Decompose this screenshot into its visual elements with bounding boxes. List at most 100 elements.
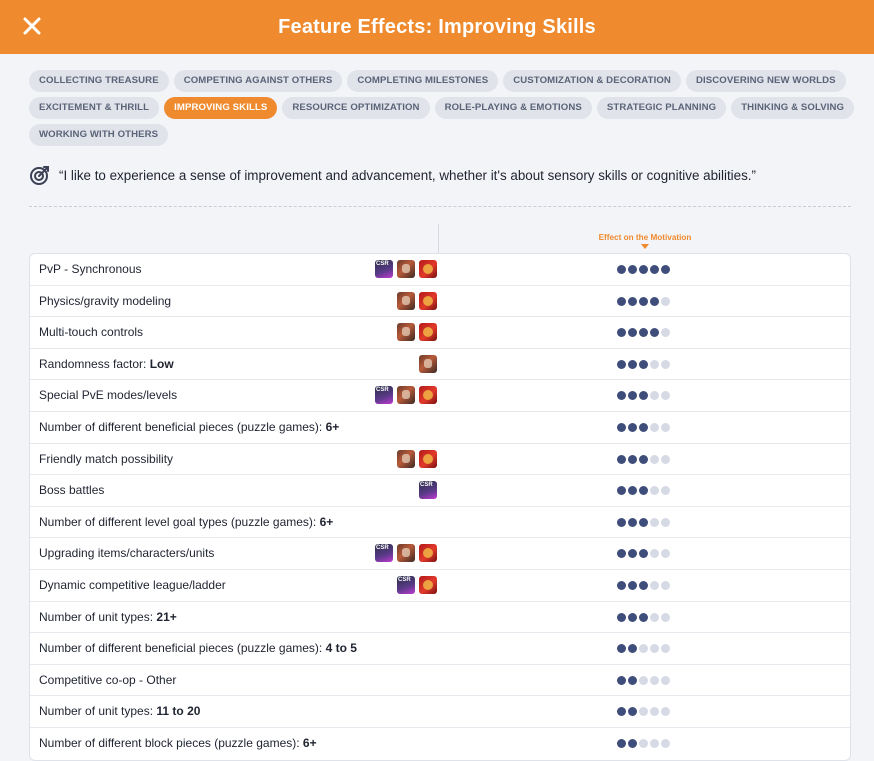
feature-label: Boss battles [39, 475, 104, 506]
feature-value: 11 to 20 [156, 704, 201, 719]
rating-dot-empty [650, 675, 659, 685]
tag-thinking-solving[interactable]: THINKING & SOLVING [731, 97, 855, 119]
tag-strategic-planning[interactable]: STRATEGIC PLANNING [596, 97, 727, 119]
csr-racing-game-icon[interactable] [375, 260, 393, 278]
rating-dot-filled [639, 517, 648, 527]
rating-dot-filled [628, 422, 637, 432]
csr-racing-game-icon[interactable] [397, 575, 415, 594]
rating-dot-filled [617, 675, 626, 685]
red-game-icon[interactable] [419, 260, 437, 278]
rating-dots [617, 580, 670, 590]
rating-dot-empty [661, 580, 670, 590]
rating-dot-empty [650, 707, 659, 717]
quote: “I like to experience a sense of improve… [29, 164, 859, 186]
rating-dot-filled [617, 612, 626, 622]
red-game-icon[interactable] [419, 544, 437, 563]
rating-dot-empty [650, 486, 659, 496]
feature-label: Dynamic competitive league/ladder [39, 570, 226, 601]
rating-dot-filled [617, 707, 626, 717]
rating-dot-filled [639, 612, 648, 622]
csr-racing-game-icon[interactable] [419, 481, 437, 500]
feature-label: Multi-touch controls [39, 317, 143, 348]
feature-label: PvP - Synchronous [39, 254, 142, 285]
tag-competing-against-others[interactable]: COMPETING AGAINST OTHERS [173, 70, 343, 92]
feature-name: Dynamic competitive league/ladder [39, 577, 226, 592]
rating-dots [617, 675, 670, 685]
feature-value: 6+ [325, 419, 340, 434]
rating-dot-filled [628, 517, 637, 527]
feature-value: 4 to 5 [325, 641, 357, 656]
rating-dots [617, 359, 670, 369]
tag-role-playing-emotions[interactable]: ROLE-PLAYING & EMOTIONS [434, 97, 592, 119]
tag-improving-skills[interactable]: IMPROVING SKILLS [164, 97, 278, 119]
feature-name: Number of different level goal types (pu… [39, 514, 320, 529]
table-row: Physics/gravity modeling [30, 286, 850, 318]
rating-dot-filled [628, 738, 637, 748]
table-row: Number of different beneficial pieces (p… [30, 633, 850, 665]
rating-dot-filled [650, 265, 659, 274]
rating-dot-filled [650, 328, 659, 338]
red-game-icon[interactable] [419, 575, 437, 594]
war-game-icon[interactable] [397, 260, 415, 278]
rating-dot-filled [628, 486, 637, 496]
csr-racing-game-icon[interactable] [375, 386, 393, 405]
rating-dot-empty [661, 296, 670, 306]
feature-name: PvP - Synchronous [39, 262, 142, 276]
red-game-icon[interactable] [419, 291, 437, 310]
feature-name: Number of different block pieces (puzzle… [39, 735, 303, 750]
rating-dot-filled [628, 549, 637, 559]
rating-dots [617, 454, 670, 464]
war-game-icon[interactable] [419, 354, 437, 373]
csr-racing-game-icon[interactable] [375, 544, 393, 563]
red-game-icon[interactable] [419, 449, 437, 468]
feature-name: Randomness factor: [39, 356, 150, 371]
rating-dot-filled [639, 580, 648, 590]
divider [29, 206, 851, 207]
rating-dot-empty [650, 738, 659, 748]
tag-discovering-new-worlds[interactable]: DISCOVERING NEW WORLDS [685, 70, 846, 92]
feature-label: Special PvE modes/levels [39, 380, 177, 411]
rating-dots [617, 644, 670, 654]
red-game-icon[interactable] [419, 386, 437, 405]
war-game-icon[interactable] [397, 449, 415, 468]
table-row: Randomness factor: Low [30, 349, 850, 381]
rating-dot-filled [617, 265, 626, 274]
rating-dot-filled [617, 738, 626, 748]
rating-dot-filled [639, 486, 648, 496]
table-row: PvP - Synchronous [30, 254, 850, 286]
tag-customization-decoration[interactable]: CUSTOMIZATION & DECORATION [503, 70, 681, 92]
rating-dot-empty [661, 422, 670, 432]
rating-dot-empty [639, 707, 648, 717]
war-game-icon[interactable] [397, 291, 415, 310]
war-game-icon[interactable] [397, 544, 415, 563]
rating-dot-empty [650, 580, 659, 590]
rating-dot-filled [617, 422, 626, 432]
rating-dots [617, 517, 670, 527]
tag-completing-milestones[interactable]: COMPLETING MILESTONES [347, 70, 499, 92]
feature-value: Low [149, 356, 174, 371]
tag-collecting-treasure[interactable]: COLLECTING TREASURE [29, 70, 169, 92]
motivation-tags: COLLECTING TREASURE COMPETING AGAINST OTH… [29, 70, 859, 146]
war-game-icon[interactable] [397, 386, 415, 405]
rating-dots [617, 265, 670, 274]
rating-dot-empty [661, 675, 670, 685]
tag-excitement-thrill[interactable]: EXCITEMENT & THRILL [29, 97, 160, 119]
rating-dot-filled [639, 359, 648, 369]
rating-dot-empty [661, 612, 670, 622]
feature-label: Physics/gravity modeling [39, 286, 171, 317]
red-game-icon[interactable] [419, 323, 437, 342]
target-icon [29, 164, 51, 186]
page-title: Feature Effects: Improving Skills [278, 15, 596, 38]
rating-dot-filled [628, 391, 637, 401]
rating-dot-empty [661, 517, 670, 527]
war-game-icon[interactable] [397, 323, 415, 342]
rating-dot-empty [661, 454, 670, 464]
feature-name: Multi-touch controls [39, 325, 144, 340]
close-icon[interactable] [20, 14, 44, 38]
rating-dot-filled [639, 265, 648, 274]
tag-working-with-others[interactable]: WORKING WITH OTHERS [29, 124, 169, 146]
rating-dot-filled [617, 580, 626, 590]
rating-dots [617, 328, 670, 338]
feature-value: 6+ [302, 735, 317, 750]
tag-resource-optimization[interactable]: RESOURCE OPTIMIZATION [282, 97, 430, 119]
